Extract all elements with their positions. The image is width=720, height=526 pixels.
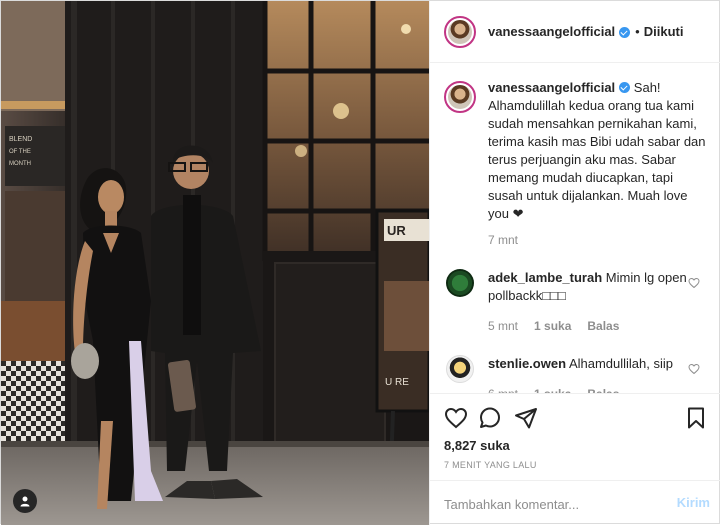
comment-like-heart-icon[interactable] xyxy=(688,363,700,375)
commenter-avatar[interactable] xyxy=(446,355,474,383)
comment-like-heart-icon[interactable] xyxy=(688,277,700,289)
like-count[interactable]: 8,827 suka xyxy=(444,438,510,453)
reply-button[interactable]: Balas xyxy=(587,385,619,393)
post-comment-button[interactable]: Kirim xyxy=(677,495,710,510)
commenter-username[interactable]: adek_lambe_turah xyxy=(488,270,602,285)
comment-text: Alhamdullilah, siip xyxy=(568,356,673,371)
comment-likes[interactable]: 1 suka xyxy=(534,317,571,335)
wedding-photo: BLEND OF THE MONTH UR U RE xyxy=(1,1,429,525)
reply-button[interactable]: Balas xyxy=(587,317,619,335)
comment-input[interactable] xyxy=(444,493,644,515)
post-caption: vanessaangelofficial Sah! Alhamdulillah … xyxy=(444,79,708,249)
svg-text:MONTH: MONTH xyxy=(9,161,31,167)
caption-text: Sah! Alhamdulillah kedua orang tua kami … xyxy=(488,80,706,221)
comment-item: stenlie.owen Alhamdullilah, siip 6 mnt 1… xyxy=(444,355,708,393)
post-photo[interactable]: BLEND OF THE MONTH UR U RE xyxy=(1,1,429,525)
header-separator: • xyxy=(635,24,640,39)
post-actions: 8,827 suka 7 MENIT YANG LALU Kirim xyxy=(430,393,720,525)
author-avatar[interactable] xyxy=(444,15,476,48)
share-icon[interactable] xyxy=(514,406,538,430)
comment-icon[interactable] xyxy=(478,406,502,430)
sign-top-text: UR xyxy=(387,223,406,238)
author-username[interactable]: vanessaangelofficial xyxy=(488,24,615,39)
comments-list[interactable]: vanessaangelofficial Sah! Alhamdulillah … xyxy=(430,63,720,393)
commenter-avatar[interactable] xyxy=(446,269,474,297)
caption-username[interactable]: vanessaangelofficial xyxy=(488,80,615,95)
bookmark-icon[interactable] xyxy=(684,406,708,430)
comment-time[interactable]: 5 mnt xyxy=(488,317,518,335)
post-side-panel: vanessaangelofficial • Diikuti vanessaan… xyxy=(429,1,720,525)
verified-badge-icon xyxy=(619,82,631,93)
user-tag-icon xyxy=(20,496,30,507)
commenter-username[interactable]: stenlie.owen xyxy=(488,356,566,371)
sign-bottom-text: U RE xyxy=(385,377,409,388)
comment-time[interactable]: 6 mnt xyxy=(488,385,518,393)
comment-likes[interactable]: 1 suka xyxy=(534,385,571,393)
add-comment-bar: Kirim xyxy=(430,480,720,526)
post-dialog: BLEND OF THE MONTH UR U RE vanessaangelo… xyxy=(0,0,720,525)
heart-icon[interactable] xyxy=(444,406,468,430)
action-icons xyxy=(444,406,708,430)
post-header: vanessaangelofficial • Diikuti xyxy=(430,1,720,63)
verified-badge-icon xyxy=(619,27,631,38)
caption-time[interactable]: 7 mnt xyxy=(488,231,708,249)
user-tag-button[interactable] xyxy=(13,489,37,513)
svg-text:BLEND: BLEND xyxy=(9,136,32,143)
follow-button[interactable]: Diikuti xyxy=(644,24,684,39)
svg-text:OF THE: OF THE xyxy=(9,149,31,155)
comment-item: adek_lambe_turah Mimin lg open pollbackk… xyxy=(444,269,708,335)
post-timestamp[interactable]: 7 MENIT YANG LALU xyxy=(444,460,537,470)
caption-avatar[interactable] xyxy=(444,81,476,113)
